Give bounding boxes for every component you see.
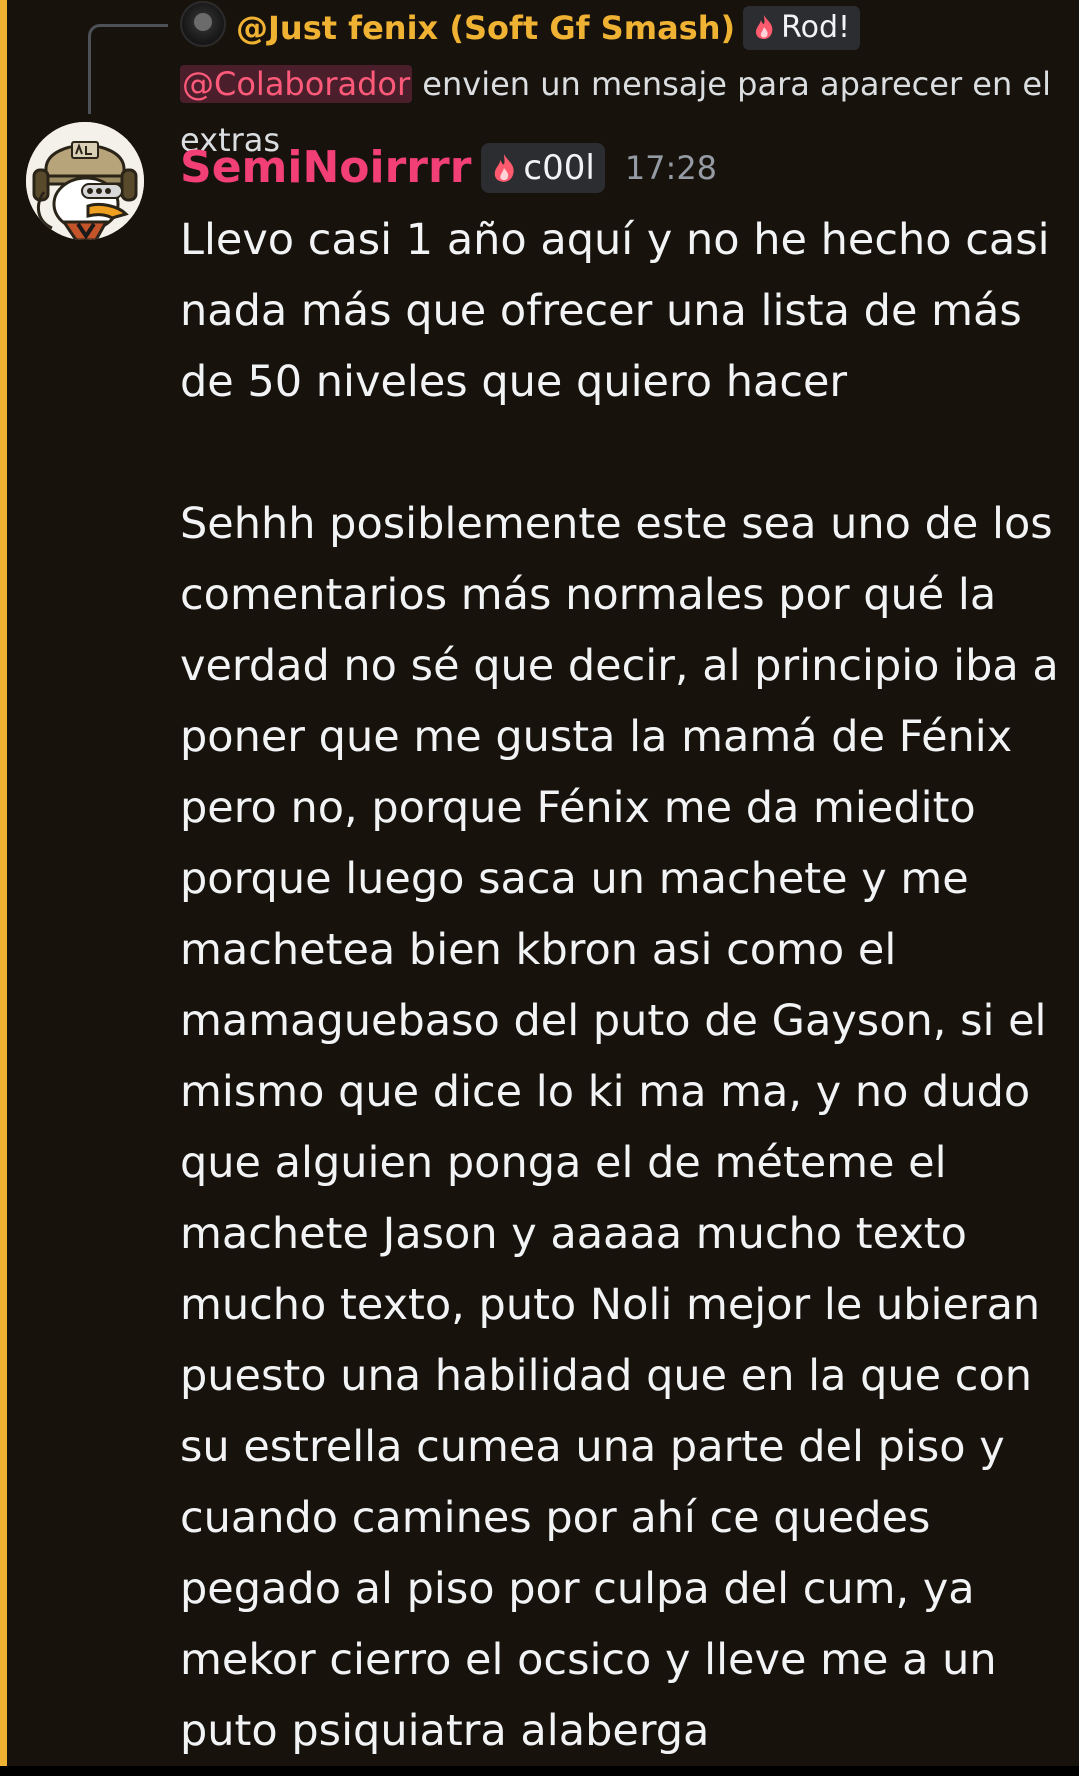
author-name[interactable]: SemiNoirrrr	[180, 142, 471, 193]
role-mention[interactable]: @Colaborador	[180, 65, 413, 103]
reply-spine	[88, 24, 168, 114]
reply-author-name[interactable]: @Just fenix (Soft Gf Smash)	[236, 9, 735, 47]
message-header: SemiNoirrrr c00l 17:28	[180, 136, 1060, 200]
message-timestamp[interactable]: 17:28	[625, 149, 717, 187]
message-content: Llevo casi 1 año aquí y no he hecho casi…	[180, 215, 1059, 1756]
avatar-illustration	[26, 122, 144, 240]
author-avatar[interactable]	[26, 122, 144, 240]
author-tag-label: c00l	[523, 148, 595, 188]
reply-role-tag: Rod!	[743, 6, 861, 50]
flame-icon	[756, 15, 773, 39]
reply-avatar[interactable]	[180, 1, 226, 47]
reply-role-label: Rod!	[781, 10, 851, 45]
mention-highlight-bar	[0, 0, 7, 1766]
chat-message-frame: @Just fenix (Soft Gf Smash) Rod! @Colabora…	[0, 0, 1079, 1766]
flame-icon	[495, 154, 515, 182]
author-tag[interactable]: c00l	[481, 143, 605, 193]
